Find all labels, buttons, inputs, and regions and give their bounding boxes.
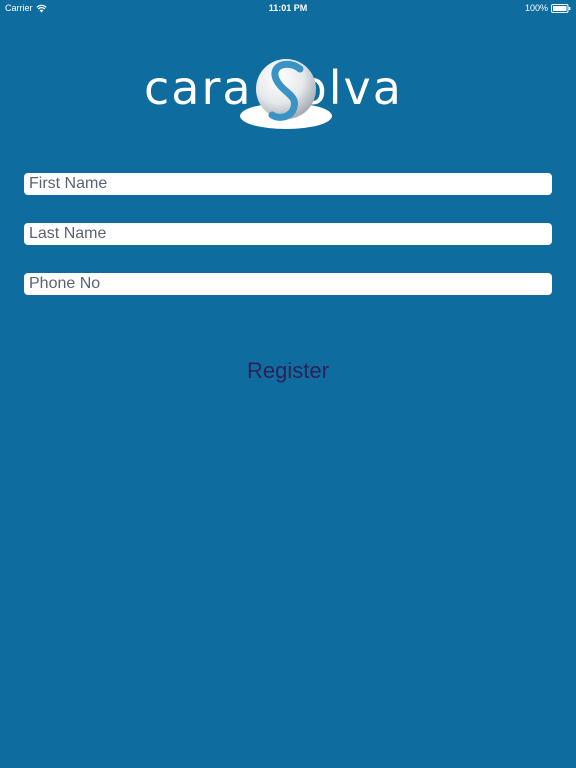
phone-no-field[interactable] xyxy=(24,273,552,295)
logo-text-left: cara xyxy=(144,61,253,115)
status-right: 100% xyxy=(525,0,571,16)
battery-icon xyxy=(551,3,571,13)
battery-percent: 100% xyxy=(524,3,548,13)
status-bar: Carrier 11:01 PM 100% xyxy=(0,0,576,16)
last-name-field[interactable] xyxy=(24,223,552,245)
status-time: 11:01 PM xyxy=(268,3,308,13)
carasolva-logo: cara olva xyxy=(140,55,420,135)
first-name-field[interactable] xyxy=(24,173,552,195)
logo-ball-icon xyxy=(240,59,332,129)
register-button[interactable]: Register xyxy=(0,358,576,384)
